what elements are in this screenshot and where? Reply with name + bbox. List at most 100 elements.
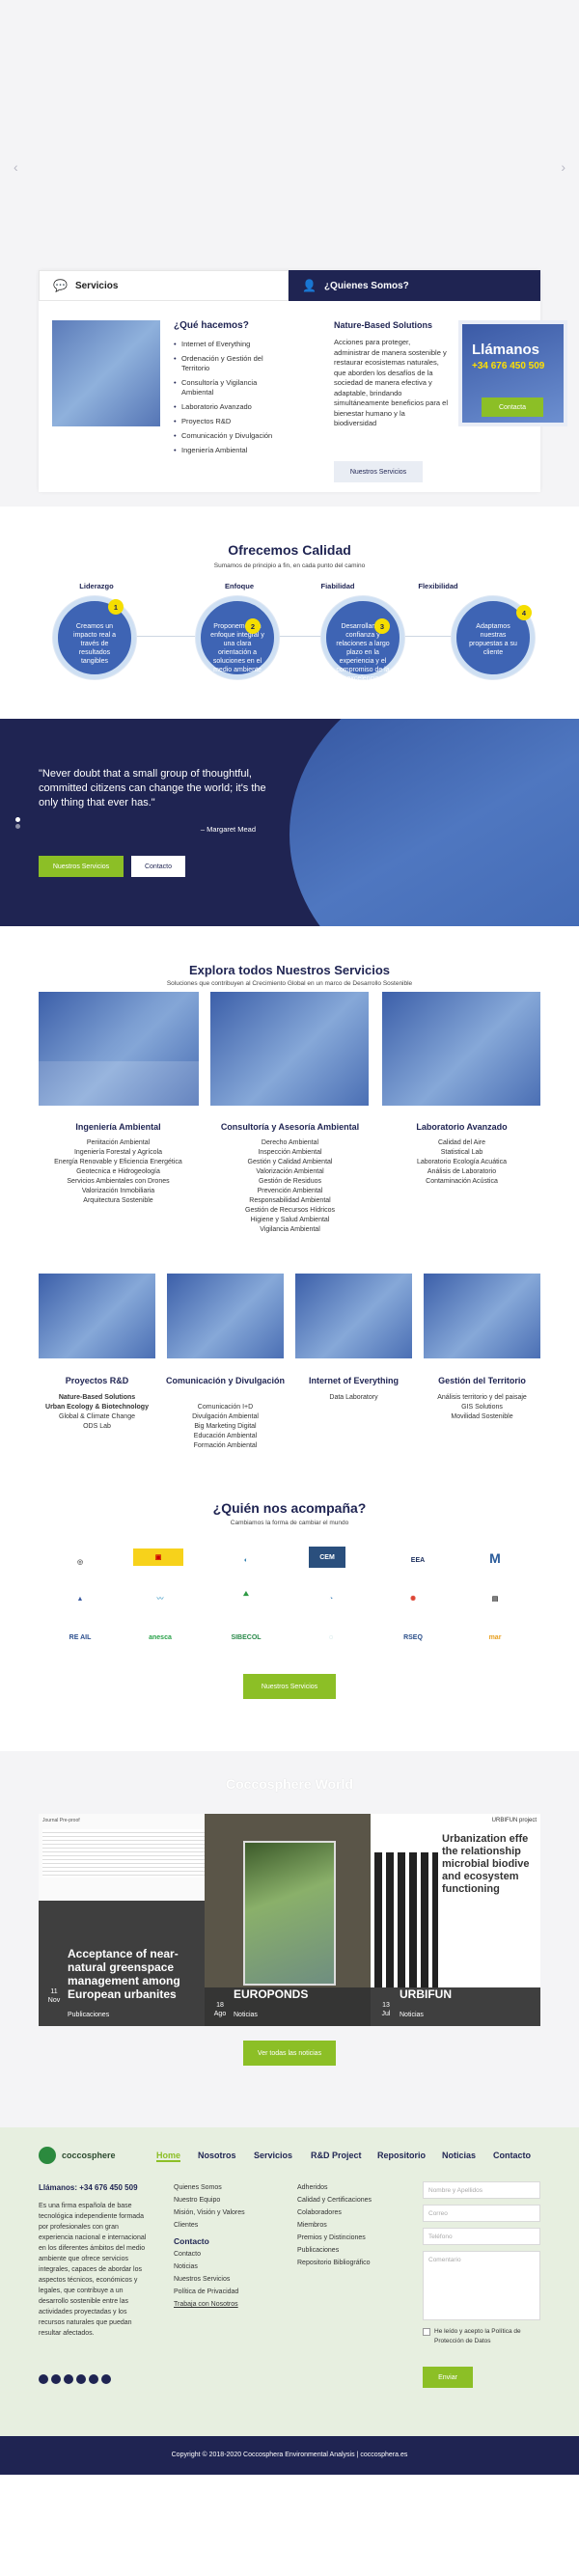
service-item[interactable]: GIS Solutions [402, 1403, 562, 1412]
service-link[interactable]: Laboratorio Avanzado [174, 402, 282, 412]
service-item[interactable]: Inspección Ambiental [210, 1148, 370, 1158]
footer-logo[interactable]: coccosphere [39, 2147, 116, 2164]
service-link[interactable]: Proyectos R&D [174, 417, 282, 426]
service-item[interactable]: Big Marketing Digital [146, 1422, 305, 1432]
all-news-button[interactable]: Ver todas las noticias [243, 2041, 336, 2066]
contact-button[interactable]: Contacto [131, 856, 185, 877]
service-item[interactable]: Análisis territorio y del paisaje [402, 1393, 562, 1403]
service-item[interactable]: Energía Renovable y Eficiencia Energétic… [39, 1158, 198, 1167]
nav-servicios[interactable]: Servicios [254, 2151, 292, 2160]
footer-link[interactable]: Repositorio Bibliográfico [297, 2257, 372, 2269]
accept-checkbox[interactable] [423, 2328, 430, 2336]
service-item[interactable]: Nature-Based Solutions [17, 1393, 177, 1403]
email-icon[interactable] [101, 2374, 111, 2384]
message-field[interactable]: Comentario [423, 2251, 540, 2320]
nav-noticias[interactable]: Noticias [442, 2151, 476, 2160]
service-col-title[interactable]: Consultoría y Asesoría Ambiental [210, 1122, 370, 1132]
service-item[interactable]: Vigilancia Ambiental [210, 1225, 370, 1235]
service-item[interactable]: Laboratorio Ecología Acuática [382, 1158, 541, 1167]
service-item[interactable]: Contaminación Acústica [382, 1177, 541, 1187]
territory-photo[interactable] [424, 1274, 540, 1358]
facebook-icon[interactable] [39, 2374, 48, 2384]
service-item[interactable]: Valorización Ambiental [210, 1167, 370, 1177]
chevron-left-icon[interactable]: ‹ [14, 159, 18, 175]
service-item[interactable]: Formación Ambiental [146, 1441, 305, 1451]
service-col-title[interactable]: Gestión del Territorio [402, 1376, 562, 1385]
nav-repositorio[interactable]: Repositorio [377, 2151, 426, 2160]
service-item[interactable]: Gestión y Calidad Ambiental [210, 1158, 370, 1167]
communication-photo[interactable] [167, 1274, 284, 1358]
news-card[interactable]: URBIFUN project Urbanization effe the re… [371, 1814, 540, 2026]
footer-link[interactable]: Nuestros Servicios [174, 2273, 245, 2286]
service-item[interactable]: Educación Ambiental [146, 1432, 305, 1441]
our-services-button[interactable]: Nuestros Servicios [243, 1674, 336, 1699]
laptop-photo[interactable] [295, 1274, 412, 1358]
news-card[interactable]: Journal Pre-proof Acceptance of near-nat… [39, 1814, 208, 2026]
nav-nosotros[interactable]: Nosotros [198, 2151, 236, 2160]
instagram-icon[interactable] [76, 2374, 86, 2384]
footer-link[interactable]: Trabaja con Nosotros [174, 2298, 245, 2311]
phone-field[interactable]: Teléfono [423, 2228, 540, 2245]
contact-button[interactable]: Contacta [482, 397, 543, 417]
footer-link[interactable]: Publicaciones [297, 2244, 372, 2257]
lab-photo[interactable] [382, 992, 540, 1106]
nav-home[interactable]: Home [156, 2151, 181, 2162]
footer-link[interactable]: Nuestro Equipo [174, 2194, 245, 2206]
footer-link[interactable]: Noticias [174, 2261, 245, 2273]
footer-phone[interactable]: Llámanos: +34 676 450 509 [39, 2183, 138, 2192]
service-item[interactable]: Servicios Ambientales con Drones [39, 1177, 198, 1187]
email-field[interactable]: Correo [423, 2205, 540, 2222]
footer-link[interactable]: Adheridos [297, 2181, 372, 2194]
name-field[interactable]: Nombre y Apellidos [423, 2181, 540, 2199]
nav-contacto[interactable]: Contacto [493, 2151, 531, 2160]
service-col-title[interactable]: Ingeniería Ambiental [39, 1122, 198, 1132]
service-link[interactable]: Consultoría y Vigilancia Ambiental [174, 378, 282, 397]
footer-link[interactable]: Política de Privacidad [174, 2286, 245, 2298]
tab-services[interactable]: 💬 Servicios [39, 270, 289, 301]
service-link[interactable]: Ordenación y Gestión del Territorio [174, 354, 282, 373]
service-item[interactable]: Análisis de Laboratorio [382, 1167, 541, 1177]
service-item[interactable]: Prevención Ambiental [210, 1187, 370, 1196]
our-services-button[interactable]: Nuestros Servicios [39, 856, 124, 877]
service-item[interactable]: Comunicación I+D [146, 1403, 305, 1412]
youtube-icon[interactable] [89, 2374, 98, 2384]
footer-link[interactable]: Clientes [174, 2219, 245, 2232]
rnd-photo[interactable] [39, 1274, 155, 1358]
service-item[interactable]: Movilidad Sostenible [402, 1412, 562, 1422]
service-item[interactable]: Gestión de Residuos [210, 1177, 370, 1187]
service-item[interactable]: Ingeniería Forestal y Agrícola [39, 1148, 198, 1158]
linkedin-icon[interactable] [64, 2374, 73, 2384]
service-link[interactable]: Internet of Everything [174, 340, 282, 349]
news-card[interactable]: EUROPONDS Noticias 18 Ago [205, 1814, 374, 2026]
service-item[interactable]: Statistical Lab [382, 1148, 541, 1158]
nav-rnd[interactable]: R&D Project [311, 2151, 362, 2160]
consulting-photo[interactable] [210, 992, 369, 1106]
footer-link[interactable]: Contacto [174, 2248, 245, 2261]
tab-about[interactable]: 👤 ¿Quienes Somos? [289, 270, 540, 301]
chevron-right-icon[interactable]: › [561, 159, 565, 175]
service-item[interactable]: Valorización Inmobiliaria [39, 1187, 198, 1196]
service-item[interactable]: Arquitectura Sostenible [39, 1196, 198, 1206]
our-services-button[interactable]: Nuestros Servicios [334, 461, 423, 482]
service-item[interactable]: Divulgación Ambiental [146, 1412, 305, 1422]
footer-link[interactable]: Quienes Somos [174, 2181, 245, 2194]
service-item[interactable]: Periitación Ambiental [39, 1138, 198, 1148]
service-link[interactable]: Ingeniería Ambiental [174, 446, 282, 455]
footer-link[interactable]: Misión, Visión y Valores [174, 2206, 245, 2219]
send-button[interactable]: Enviar [423, 2367, 473, 2388]
engineering-photo[interactable] [39, 992, 199, 1106]
service-item[interactable]: Gestión de Recursos Hídricos [210, 1206, 370, 1216]
service-link[interactable]: Comunicación y Divulgación [174, 431, 282, 441]
slider-dots[interactable] [15, 815, 20, 831]
footer-link[interactable]: Premios y Distinciones [297, 2232, 372, 2244]
service-item[interactable]: Higiene y Salud Ambiental [210, 1216, 370, 1225]
service-item[interactable]: Geotecnica e Hidrogeología [39, 1167, 198, 1177]
twitter-icon[interactable] [51, 2374, 61, 2384]
service-item[interactable]: Derecho Ambiental [210, 1138, 370, 1148]
footer-link[interactable]: Colaboradores [297, 2206, 372, 2219]
footer-link[interactable]: Miembros [297, 2219, 372, 2232]
call-phone[interactable]: +34 676 450 509 [472, 361, 544, 371]
footer-link[interactable]: Calidad y Certificaciones [297, 2194, 372, 2206]
service-item[interactable]: Responsabilidad Ambiental [210, 1196, 370, 1206]
service-col-title[interactable]: Laboratorio Avanzado [382, 1122, 541, 1132]
